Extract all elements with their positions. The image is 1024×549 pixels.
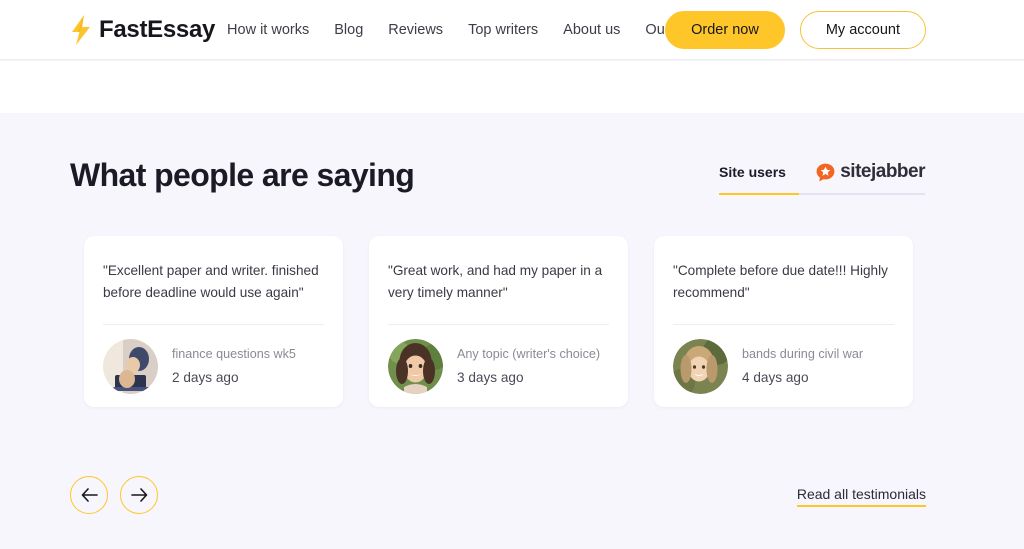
carousel-prev-button[interactable]	[70, 476, 108, 514]
testimonial-author: bands during civil war 4 days ago	[673, 325, 894, 407]
avatar	[103, 338, 158, 394]
my-account-button[interactable]: My account	[799, 11, 926, 49]
testimonial-quote: "Great work, and had my paper in a very …	[388, 263, 603, 300]
testimonial-card[interactable]: "Great work, and had my paper in a very …	[369, 236, 628, 407]
order-now-button[interactable]: Order now	[665, 11, 785, 49]
main-navigation: How it works Blog Reviews Top writers Ab…	[227, 22, 720, 38]
author-meta: finance questions wk5 2 days ago	[172, 347, 296, 385]
testimonial-time: 4 days ago	[742, 370, 809, 385]
avatar	[388, 338, 443, 394]
tabs-underline	[719, 193, 925, 195]
tab-site-users[interactable]: Site users	[719, 164, 786, 180]
avatar	[673, 338, 728, 394]
testimonial-time: 3 days ago	[457, 370, 524, 385]
section-title: What people are saying	[70, 157, 415, 193]
testimonial-topic: bands during civil war	[742, 347, 864, 361]
nav-item-top-writers[interactable]: Top writers	[468, 22, 538, 38]
testimonial-cards: "Excellent paper and writer. finished be…	[84, 236, 913, 407]
testimonial-time: 2 days ago	[172, 370, 239, 385]
nav-item-about-us[interactable]: About us	[563, 22, 620, 38]
sitejabber-star-bubble-icon	[816, 163, 835, 182]
read-all-testimonials-link[interactable]: Read all testimonials	[796, 486, 926, 507]
testimonial-topic: finance questions wk5	[172, 347, 296, 361]
testimonial-quote: "Excellent paper and writer. finished be…	[103, 263, 319, 300]
testimonial-topic: Any topic (writer's choice)	[457, 347, 601, 361]
testimonial-author: Any topic (writer's choice) 3 days ago	[388, 325, 609, 407]
nav-item-blog[interactable]: Blog	[334, 22, 363, 38]
nav-item-reviews[interactable]: Reviews	[388, 22, 443, 38]
author-meta: Any topic (writer's choice) 3 days ago	[457, 347, 600, 385]
author-meta: bands during civil war 4 days ago	[742, 347, 863, 385]
lightning-bolt-icon	[70, 14, 92, 45]
arrow-left-icon	[81, 488, 98, 502]
testimonials-section: What people are saying Site users siteja…	[0, 113, 1024, 549]
nav-item-how-it-works[interactable]: How it works	[227, 22, 309, 38]
testimonial-quote: "Complete before due date!!! Highly reco…	[673, 263, 888, 300]
testimonial-author: finance questions wk5 2 days ago	[103, 325, 324, 407]
site-header: FastEssay How it works Blog Reviews Top …	[0, 0, 1024, 60]
testimonial-card[interactable]: "Complete before due date!!! Highly reco…	[654, 236, 913, 407]
header-spacer-band	[0, 61, 1024, 113]
sitejabber-label: sitejabber	[840, 161, 925, 182]
arrow-right-icon	[130, 488, 148, 502]
header-actions: Order now My account	[665, 11, 926, 49]
brand-logo[interactable]: FastEssay	[70, 14, 216, 45]
brand-name: FastEssay	[99, 15, 216, 43]
carousel-next-button[interactable]	[120, 476, 158, 514]
tab-sitejabber[interactable]: sitejabber	[816, 161, 925, 183]
carousel-controls	[70, 476, 158, 514]
testimonial-card[interactable]: "Excellent paper and writer. finished be…	[84, 236, 343, 407]
tabs-active-indicator	[719, 193, 799, 195]
testimonial-source-tabs: Site users sitejabber	[719, 158, 925, 195]
